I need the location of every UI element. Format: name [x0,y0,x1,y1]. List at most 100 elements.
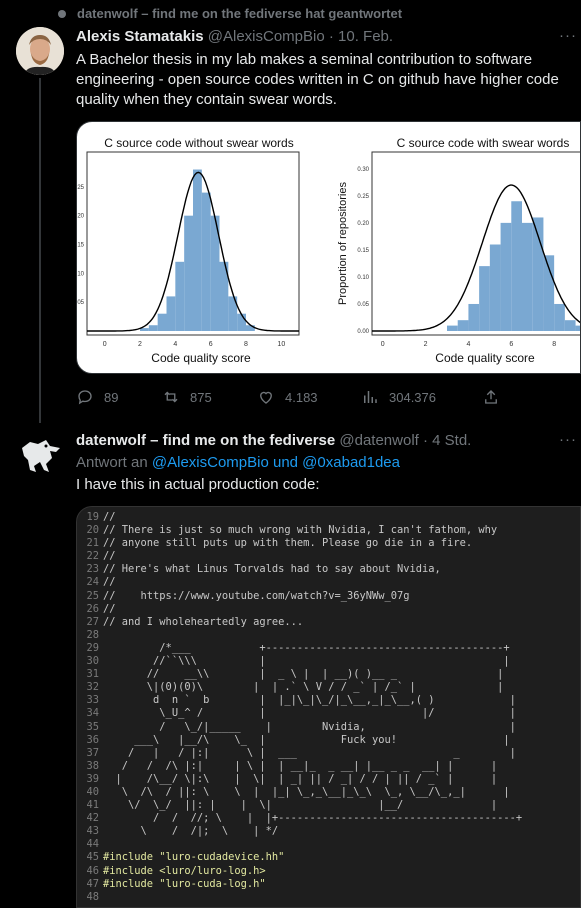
y-tick-label: 15 [77,243,84,249]
code-screenshot[interactable]: 19 // 20 // There is just so much wrong wi… [76,506,581,908]
line-number: 29 [86,641,99,654]
y-tick-label: 0.10 [357,275,369,281]
share-button[interactable] [482,388,500,406]
line-number: 36 [86,733,99,746]
x-tick-label: 8 [244,341,248,348]
x-tick-label: 6 [209,341,213,348]
histogram-bar [457,320,469,331]
context-text: datenwolf – find me on the fediverse hat… [77,6,403,21]
code-line: // https://www.youtube.com/watch?v=_36yN… [103,589,410,602]
reply-prefix: Antwort an [76,454,148,471]
histogram-bar [193,169,202,331]
line-number: 42 [86,812,99,825]
views-button[interactable]: 304.376 [361,388,436,406]
reply-icon [78,390,92,405]
histogram-bar [479,266,490,331]
line-number: 35 [86,720,99,733]
retweet-button[interactable]: 875 [162,388,212,406]
tweet-image[interactable]: C source code without swear words Code qu… [76,121,581,374]
more-options-icon[interactable]: ··· [559,27,577,44]
histogram-bar [246,325,255,331]
histogram-bar [447,325,458,331]
like-count: 4.183 [285,389,318,405]
code-line: d n ` b | |_|\_|\_/|_\__,_|_\__,( ) | [103,694,516,707]
histogram-bar [175,261,185,331]
line-number: 22 [86,550,99,563]
line-number: 28 [86,628,99,641]
chart-title: C source code with swear words [397,136,570,150]
more-options-icon[interactable]: ··· [559,431,577,448]
code-line: \_U_^ / | |/ | [103,707,516,720]
histogram-bar [511,201,522,331]
line-number: 19 [86,511,99,523]
histogram-bar [148,325,158,331]
histogram-bar [201,192,211,331]
line-number: 41 [86,799,99,812]
retweet-count: 875 [190,389,212,405]
line-number: 26 [86,602,99,615]
code-line: / / /\ |:| | \ | | __|_ _ __| |__ _ _ __… [103,759,498,772]
y-tick-label: 20 [77,214,84,220]
code-line: \/ \_/ ||: | | \| |__/ | [103,799,498,812]
tweet-actions: 89 875 4.183 304.376 [76,388,581,408]
avatar[interactable] [16,432,64,480]
line-number: 30 [86,655,99,668]
line-number: 31 [86,668,99,681]
histogram-bar [157,313,167,331]
code-line: // Here's what Linus Torvalds had to say… [103,563,441,576]
tweet-text: I have this in actual production code: [76,476,320,493]
line-number: 39 [86,772,99,785]
x-axis-label: Code quality score [151,351,251,365]
code-line: \ / /|; \ | */ [103,825,279,838]
x-axis-label: Code quality score [435,351,535,365]
code-line: #include "luro-cuda-log.h" [103,877,266,890]
code-line: // [103,602,116,615]
code-line: | /\__/ \|:\ | \| | _| || / _| / / | || … [103,772,498,785]
code-line: // There is just so much wrong with Nvid… [103,524,498,537]
reply-to-links[interactable]: @AlexisCompBio und @0xabad1dea [152,454,400,471]
code-line: // [103,511,116,523]
code-line: // __\\ | _ \ | | __)( )__ _ | [103,668,504,681]
handle-date[interactable]: @AlexisCompBio · 10. Feb. [208,28,393,45]
y-tick-label: 10 [77,271,84,277]
code-line: / / //; \ | |+--------------------------… [103,812,523,825]
code-line: \ /\ / ||: \ \ | |_| \_,_\__|_\_\ \_, \_… [103,785,510,798]
x-tick-label: 0 [381,341,385,348]
line-number: 24 [86,576,99,589]
code-line: /*___ +---------------------------------… [103,641,510,654]
line-number: 37 [86,746,99,759]
line-number: 38 [86,759,99,772]
author-name[interactable]: Alexis Stamatakis [76,28,204,45]
code-line: //``\\\ | | [103,655,510,668]
retweet-context[interactable]: datenwolf – find me on the fediverse hat… [58,6,402,21]
histogram-bar [564,320,576,331]
author-name[interactable]: datenwolf – find me on the fediverse [76,432,335,449]
y-tick-label: 0.25 [357,194,369,200]
code-line: \|(0)(0)\ | | .` \ V / / _` | /_` | | [103,681,504,694]
like-button[interactable]: 4.183 [257,388,318,406]
code-line: #include <luro/luro-log.h> [103,864,266,877]
reply-button[interactable]: 89 [76,388,118,406]
chart-title: C source code without swear words [104,136,293,150]
tweet-text: A Bachelor thesis in my lab makes a semi… [76,51,559,108]
line-number: 47 [86,877,99,890]
code-line: / \_/|_____ | Nvidia, | [103,720,516,733]
code-line: // [103,550,116,563]
histogram-bar [237,313,246,331]
line-number: 21 [86,537,99,550]
histogram-bar [166,296,176,331]
line-number: 44 [86,838,99,851]
code-line: ___\ |__/\ \_ | Fuck you! | [103,733,510,746]
tweet2-header: datenwolf – find me on the fediverse @da… [76,432,471,449]
x-tick-label: 0 [103,341,107,348]
line-number: 20 [86,524,99,537]
views-icon [364,391,377,403]
code-line: // anyone still puts up with them. Pleas… [103,537,473,550]
y-tick-label: 0.30 [357,167,369,173]
avatar[interactable] [16,27,64,75]
line-number: 43 [86,825,99,838]
line-number: 23 [86,563,99,576]
x-tick-label: 10 [277,341,285,348]
histogram-bar [554,303,565,331]
handle-date[interactable]: @datenwolf · 4 Std. [339,432,471,449]
